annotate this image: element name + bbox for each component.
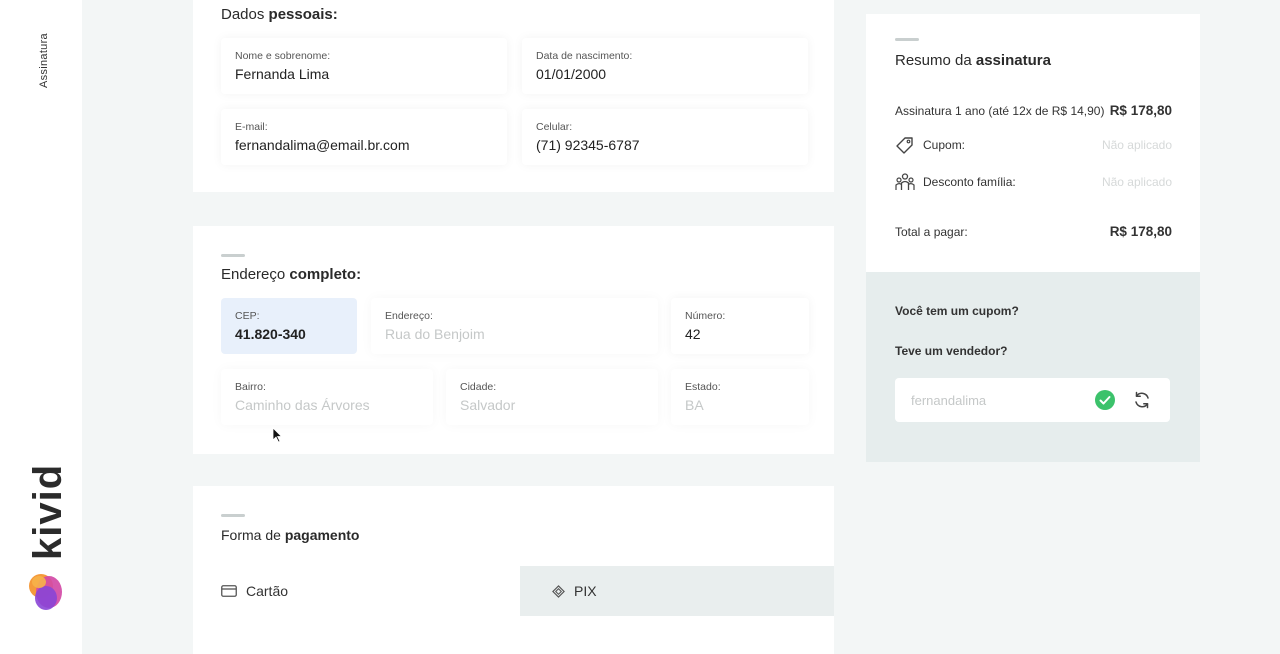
address-title: Endereço completo:	[221, 266, 361, 283]
cep-field-label: CEP:	[235, 310, 260, 322]
payment-title-regular: Forma de	[221, 527, 285, 543]
section-divider	[895, 38, 919, 41]
neighborhood-field[interactable]: Bairro: Caminho das Árvores	[221, 369, 433, 425]
section-divider	[221, 514, 245, 517]
refresh-icon	[1135, 391, 1149, 409]
name-field-value: Fernanda Lima	[235, 66, 330, 82]
plan-row: Assinatura 1 ano (até 12x de R$ 14,90) R…	[895, 103, 1172, 118]
phone-field[interactable]: Celular: (71) 92345-6787	[522, 109, 808, 165]
payment-title: Forma de pagamento	[221, 527, 360, 543]
city-field[interactable]: Cidade: Salvador	[446, 369, 658, 425]
family-discount-label: Desconto família:	[923, 175, 1016, 189]
address-section: Endereço completo: CEP: 41.820-340 Ender…	[193, 226, 834, 454]
number-field[interactable]: Número: 42	[671, 298, 809, 354]
birthdate-field-label: Data de nascimento:	[536, 50, 633, 62]
section-divider	[221, 254, 245, 257]
coupon-question-link[interactable]: Você tem um cupom?	[895, 304, 1019, 318]
family-discount-row: Desconto família: Não aplicado	[895, 172, 1172, 192]
birthdate-field-value: 01/01/2000	[536, 66, 607, 82]
brand-wordmark: kivid	[26, 463, 70, 560]
address-title-bold: completo:	[289, 266, 362, 283]
phone-field-value: (71) 92345-6787	[536, 137, 640, 153]
mouse-cursor-icon	[272, 427, 282, 443]
pix-icon	[552, 584, 565, 598]
check-icon	[1099, 396, 1111, 405]
total-label: Total a pagar:	[895, 224, 968, 239]
family-discount-status: Não aplicado	[1101, 175, 1172, 189]
personal-data-section: Dados pessoais: Nome e sobrenome: Fernan…	[193, 0, 834, 192]
neighborhood-field-value: Caminho das Árvores	[235, 397, 370, 413]
email-field-label: E-mail:	[235, 121, 268, 133]
state-field[interactable]: Estado: BA	[671, 369, 809, 425]
seller-question: Teve um vendedor?	[895, 344, 1008, 358]
state-field-label: Estado:	[685, 381, 721, 393]
subscription-summary: Resumo da assinatura Assinatura 1 ano (a…	[866, 14, 1200, 272]
sidebar: Assinatura kivid	[0, 0, 82, 654]
summary-title-regular: Resumo da	[895, 52, 976, 69]
total-price: R$ 178,80	[1109, 224, 1172, 239]
cep-field-value: 41.820-340	[235, 326, 306, 342]
coupon-label: Cupom:	[923, 138, 966, 152]
tag-icon	[896, 137, 913, 154]
neighborhood-field-label: Bairro:	[235, 381, 266, 393]
personal-data-title-bold: pessoais:	[268, 6, 338, 23]
coupon-status: Não aplicado	[1101, 138, 1172, 152]
seller-input[interactable]: fernandalima	[895, 378, 1170, 422]
payment-title-bold: pagamento	[284, 527, 360, 543]
city-field-label: Cidade:	[460, 381, 497, 393]
sidebar-step-text: Assinatura	[38, 33, 50, 88]
birthdate-field[interactable]: Data de nascimento: 01/01/2000	[522, 38, 808, 94]
plan-label: Assinatura 1 ano (até 12x de R$ 14,90)	[895, 103, 1105, 118]
payment-section: Forma de pagamento Cartão PIX	[193, 486, 834, 654]
total-row: Total a pagar: R$ 178,80	[895, 224, 1172, 239]
number-field-value: 42	[685, 326, 701, 342]
summary-title-bold: assinatura	[975, 52, 1051, 69]
coupon-panel: Você tem um cupom? Teve um vendedor? fer…	[866, 272, 1200, 462]
name-field-label: Nome e sobrenome:	[235, 50, 331, 62]
address-title-regular: Endereço	[221, 266, 290, 283]
email-field[interactable]: E-mail: fernandalima@email.br.com	[221, 109, 507, 165]
brand-logo: kivid	[26, 464, 70, 560]
email-field-value: fernandalima@email.br.com	[235, 137, 410, 153]
coupon-row: Cupom: Não aplicado	[895, 136, 1172, 154]
payment-option-card-label: Cartão	[246, 583, 289, 599]
number-field-label: Número:	[685, 310, 726, 322]
confirm-seller-button[interactable]	[1095, 390, 1115, 410]
street-field[interactable]: Endereço: Rua do Benjoim	[371, 298, 658, 354]
summary-title: Resumo da assinatura	[895, 52, 1051, 69]
reset-seller-button[interactable]	[1132, 390, 1152, 410]
payment-option-card[interactable]: Cartão	[193, 566, 520, 616]
sidebar-step-label[interactable]: Assinatura	[38, 28, 54, 88]
seller-input-value: fernandalima	[911, 393, 987, 408]
name-field[interactable]: Nome e sobrenome: Fernanda Lima	[221, 38, 507, 94]
payment-option-pix-label: PIX	[574, 583, 597, 599]
state-field-value: BA	[685, 397, 704, 413]
street-field-value: Rua do Benjoim	[385, 326, 485, 342]
family-icon	[895, 173, 915, 190]
personal-data-title-regular: Dados	[221, 6, 269, 23]
credit-card-icon	[221, 585, 237, 597]
street-field-label: Endereço:	[385, 310, 433, 322]
cep-field[interactable]: CEP: 41.820-340	[221, 298, 357, 354]
payment-option-pix[interactable]: PIX	[520, 566, 834, 616]
brand-logo-mark	[29, 574, 62, 610]
city-field-value: Salvador	[460, 397, 516, 413]
phone-field-label: Celular:	[536, 121, 573, 133]
plan-price: R$ 178,80	[1109, 103, 1172, 118]
personal-data-title: Dados pessoais:	[221, 6, 338, 23]
